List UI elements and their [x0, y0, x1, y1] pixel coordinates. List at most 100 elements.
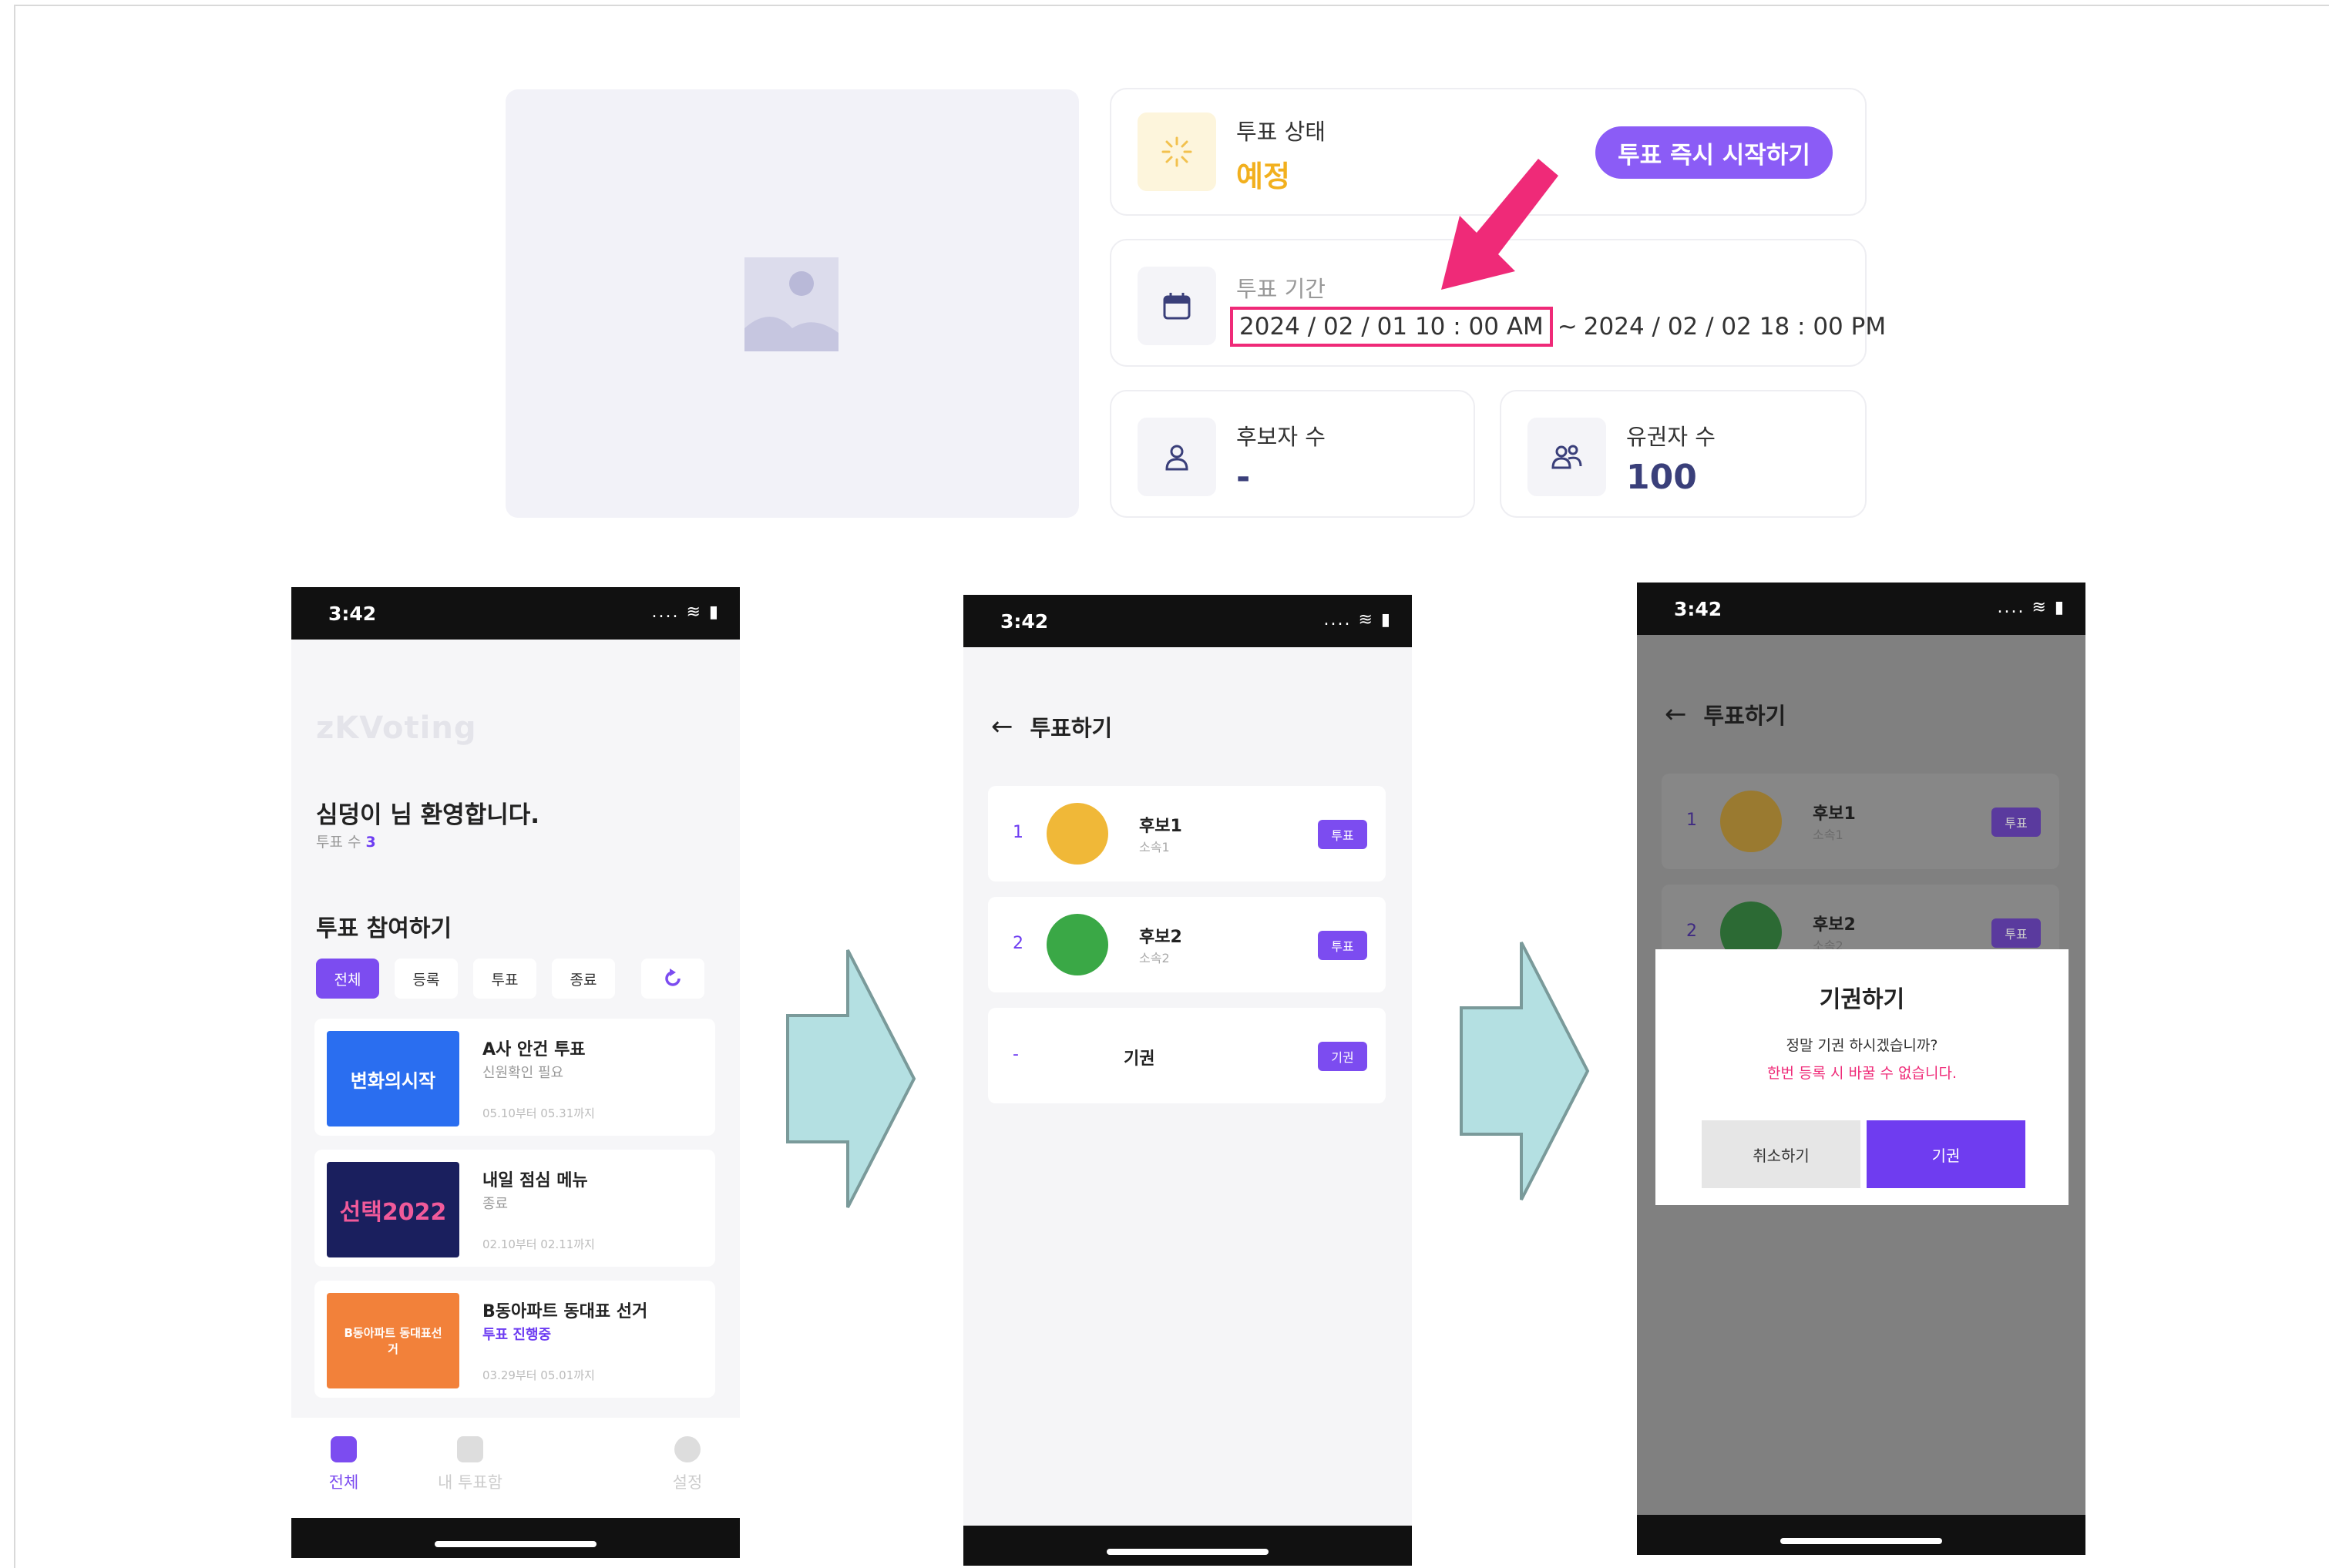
vote-status-value: 예정: [1236, 159, 1290, 193]
vote-dates: 02.10부터 02.11까지: [482, 1237, 595, 1251]
candidate-count-value: -: [1236, 458, 1251, 497]
filter-all[interactable]: 전체: [316, 959, 379, 999]
vote-thumbnail-text: 선택2022: [339, 1199, 447, 1226]
candidate-number: 2: [1013, 934, 1023, 953]
home-indicator[interactable]: [1780, 1538, 1942, 1544]
vote-count: 투표 수 3: [316, 831, 376, 851]
home-indicator-bar: [291, 1518, 740, 1558]
candidate-affiliation: 소속1: [1813, 828, 1843, 842]
vote-count-value: 3: [365, 834, 376, 851]
voter-count-label: 유권자 수: [1626, 424, 1716, 450]
dialog-title: 기권하기: [1819, 986, 1905, 1013]
vote-thumbnail: B동아파트 동대표선거: [327, 1293, 459, 1388]
candidate-row: 1 후보1 소속1 투표: [988, 786, 1386, 881]
vote-period-separator: ~: [1557, 313, 1578, 341]
refresh-icon[interactable]: [641, 959, 704, 999]
candidate-avatar: [1047, 803, 1108, 865]
vote-list-item[interactable]: 선택2022 내일 점심 메뉴 종료 02.10부터 02.11까지: [314, 1150, 715, 1267]
phone-vote-list: 3:42 .... ≋ ▮ zKVoting 심덩이 님 환영합니다. 투표 수…: [291, 587, 740, 1558]
page-title: 투표하기: [1030, 715, 1113, 741]
candidate-count-label: 후보자 수: [1236, 424, 1326, 450]
vote-dates: 05.10부터 05.31까지: [482, 1106, 595, 1120]
loading-icon: [1138, 112, 1216, 191]
image-placeholder-icon: [744, 257, 839, 351]
phone-vote-screen: 3:42 .... ≋ ▮ ← 투표하기 1 후보1 소속1 투표 2 후보2 …: [963, 595, 1412, 1566]
abstain-button[interactable]: 기권: [1318, 1042, 1367, 1071]
abstain-number: -: [1013, 1045, 1019, 1064]
filter-chips: 전체 등록 투표 종료: [316, 959, 615, 999]
filter-voting[interactable]: 투표: [473, 959, 536, 999]
vote-list-item[interactable]: B동아파트 동대표선거 B동아파트 동대표 선거 투표 진행중 03.29부터 …: [314, 1281, 715, 1398]
abstain-label: 기권: [1124, 1049, 1155, 1069]
vote-button[interactable]: 투표: [1318, 931, 1367, 960]
tab-label: 설정: [672, 1473, 703, 1492]
vote-thumbnail-text: 변화의시작: [350, 1069, 436, 1092]
status-time: 3:42: [1000, 610, 1049, 633]
vote-button[interactable]: 투표: [1318, 820, 1367, 849]
candidate-affiliation: 소속2: [1139, 951, 1170, 965]
back-arrow-icon[interactable]: ←: [991, 711, 1013, 742]
home-indicator-bar: [1637, 1515, 2085, 1555]
vote-period-end[interactable]: 2024 / 02 / 02 18 : 00 PM: [1584, 313, 1886, 341]
home-indicator[interactable]: [435, 1541, 597, 1547]
cancel-button[interactable]: 취소하기: [1702, 1120, 1860, 1188]
vote-button[interactable]: 투표: [1991, 918, 2041, 948]
candidate-number: 2: [1686, 922, 1697, 941]
candidate-avatar: [1047, 914, 1108, 975]
candidate-avatar: [1720, 791, 1782, 852]
voter-count-value: 100: [1626, 458, 1697, 497]
vote-thumbnail: 선택2022: [327, 1162, 459, 1257]
tab-all[interactable]: 전체: [297, 1436, 390, 1493]
candidate-number: 1: [1686, 811, 1697, 830]
candidate-row: 2 후보2 소속2 투표: [988, 897, 1386, 992]
status-icons: .... ≋ ▮: [651, 603, 720, 622]
person-icon: [1138, 418, 1216, 496]
vote-status: 종료: [482, 1196, 509, 1212]
bottom-tab-bar: 전체 내 투표함 설정: [291, 1418, 740, 1518]
filter-registration[interactable]: 등록: [395, 959, 458, 999]
status-bar: 3:42 .... ≋ ▮: [963, 595, 1412, 647]
start-vote-now-button[interactable]: 투표 즉시 시작하기: [1595, 126, 1833, 179]
page-header: ← 투표하기: [1665, 698, 1786, 730]
status-time: 3:42: [328, 603, 377, 625]
filter-ended[interactable]: 종료: [552, 959, 615, 999]
status-bar: 3:42 .... ≋ ▮: [1637, 583, 2085, 635]
status-bar: 3:42 .... ≋ ▮: [291, 587, 740, 640]
calendar-icon: [1138, 267, 1216, 345]
vote-thumbnail: 변화의시작: [327, 1031, 459, 1126]
vote-status-label: 투표 상태: [1236, 119, 1326, 145]
home-indicator[interactable]: [1107, 1549, 1269, 1555]
app-logo: zKVoting: [316, 710, 477, 746]
vote-image-placeholder[interactable]: [506, 89, 1079, 518]
tab-label: 내 투표함: [438, 1473, 502, 1492]
candidate-count-card: 후보자 수 -: [1110, 390, 1475, 518]
welcome-message: 심덩이 님 환영합니다.: [316, 801, 540, 829]
vote-button[interactable]: 투표: [1991, 808, 2041, 837]
candidate-name: 후보2: [1813, 915, 1856, 935]
vote-dates: 03.29부터 05.01까지: [482, 1368, 595, 1382]
people-icon: [1527, 418, 1606, 496]
page-title: 투표하기: [1703, 703, 1786, 729]
tab-my-votes[interactable]: 내 투표함: [424, 1436, 516, 1493]
dialog-message: 정말 기권 하시겠습니까?: [1786, 1037, 1938, 1054]
vote-title: A사 안건 투표: [482, 1040, 586, 1059]
abstain-row: - 기권 기권: [988, 1008, 1386, 1103]
vote-count-label: 투표 수: [316, 834, 361, 851]
vote-period-start[interactable]: 2024 / 02 / 01 10 : 00 AM: [1230, 307, 1553, 347]
voter-count-card: 유권자 수 100: [1500, 390, 1867, 518]
status-icons: .... ≋ ▮: [1997, 598, 2065, 617]
vote-title: 내일 점심 메뉴: [482, 1171, 588, 1190]
vote-status: 투표 진행중: [482, 1327, 552, 1343]
vote-list-item[interactable]: 변화의시작 A사 안건 투표 신원확인 필요 05.10부터 05.31까지: [314, 1019, 715, 1136]
abstain-confirm-dialog: 기권하기 정말 기권 하시겠습니까? 한번 등록 시 바꿀 수 없습니다. 취소…: [1655, 949, 2069, 1205]
flow-arrow-icon: [786, 949, 916, 1208]
confirm-abstain-button[interactable]: 기권: [1867, 1120, 2025, 1188]
phone-abstain-dialog: 3:42 .... ≋ ▮ ← 투표하기 1 후보1 소속1 투표 2 후보2 …: [1637, 583, 2085, 1555]
flow-arrow-icon: [1460, 942, 1590, 1200]
tab-settings[interactable]: 설정: [641, 1436, 734, 1493]
vote-title: B동아파트 동대표 선거: [482, 1302, 648, 1321]
candidate-name: 후보1: [1139, 817, 1182, 836]
back-arrow-icon[interactable]: ←: [1665, 699, 1687, 730]
candidate-number: 1: [1013, 823, 1023, 842]
ballot-box-icon: [457, 1436, 483, 1462]
